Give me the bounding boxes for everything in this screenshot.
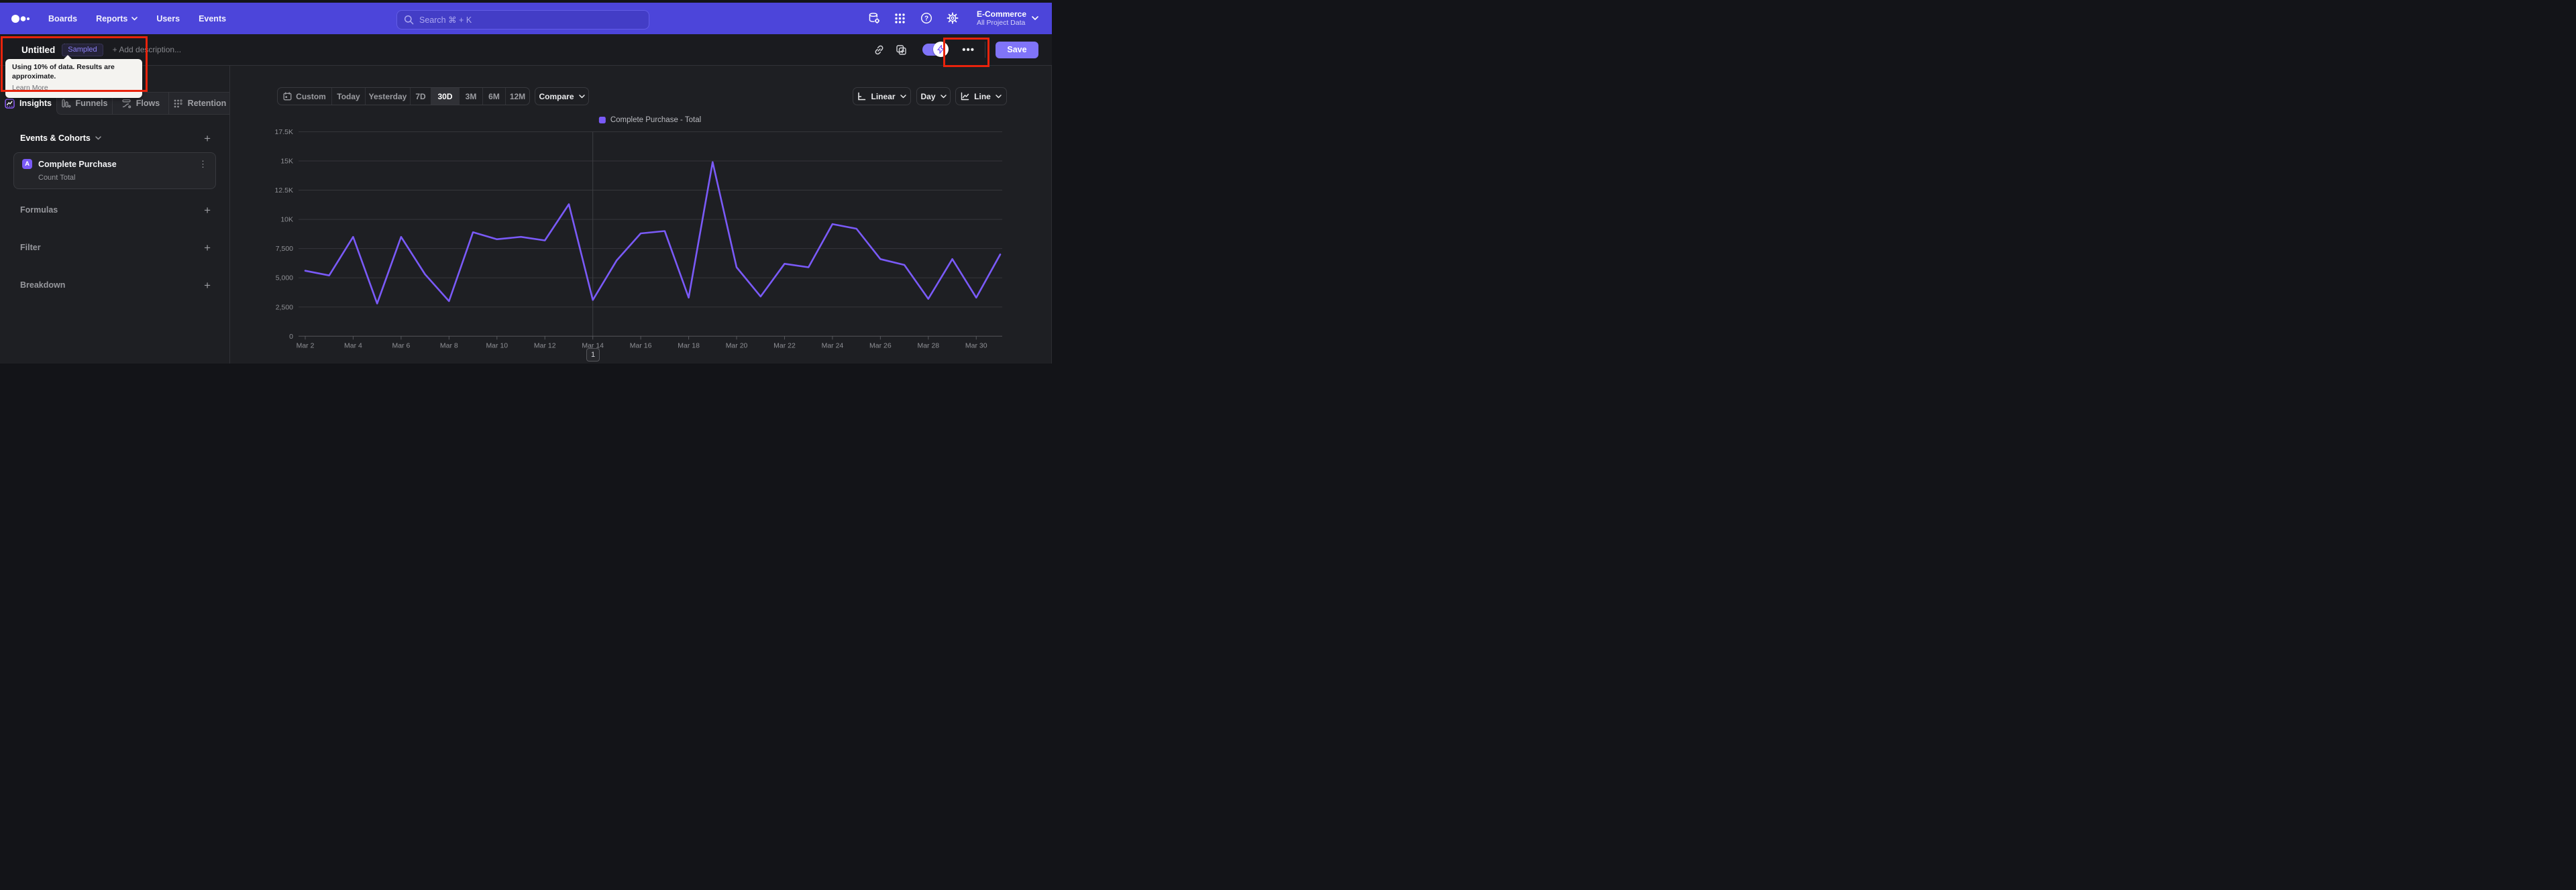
chevron-down-icon: [95, 136, 101, 140]
add-description-field[interactable]: + Add description...: [113, 45, 181, 54]
sampled-badge[interactable]: Sampled: [62, 43, 103, 56]
event-name[interactable]: Complete Purchase: [38, 160, 117, 169]
svg-text:Mar 4: Mar 4: [344, 341, 362, 349]
svg-text:12.5K: 12.5K: [275, 186, 293, 194]
nav-item-label: Reports: [96, 13, 128, 23]
mixpanel-logo-icon[interactable]: [11, 13, 31, 24]
svg-text:2,500: 2,500: [276, 303, 293, 311]
event-menu-icon[interactable]: ⋮: [199, 160, 207, 168]
nav-item-reports[interactable]: Reports: [96, 14, 138, 23]
event-card[interactable]: A Complete Purchase ⋮ Count Total: [13, 152, 216, 189]
search-icon: [404, 15, 414, 25]
svg-text:5,000: 5,000: [276, 274, 293, 282]
svg-text:Mar 30: Mar 30: [965, 341, 987, 349]
nav-item-users[interactable]: Users: [156, 14, 180, 23]
retention-icon: [174, 99, 182, 107]
event-row: A Complete Purchase ⋮: [14, 153, 215, 169]
tab-label: Funnels: [75, 99, 108, 108]
report-header-bar: Untitled Sampled + Add description... ••…: [0, 34, 1052, 66]
top-nav: Boards Reports Users Events Search ⌘ + K…: [0, 3, 1052, 34]
svg-text:Mar 28: Mar 28: [917, 341, 939, 349]
nav-item-boards[interactable]: Boards: [48, 14, 77, 23]
svg-text:Mar 16: Mar 16: [630, 341, 652, 349]
funnels-icon: [61, 99, 71, 107]
data-management-icon[interactable]: [868, 12, 880, 24]
svg-text:15K: 15K: [280, 158, 293, 166]
svg-text:Mar 2: Mar 2: [297, 341, 315, 349]
lightning-icon: [937, 45, 945, 54]
sampling-tooltip: Using 10% of data. Results are approxima…: [5, 55, 142, 99]
sampling-toggle[interactable]: [922, 42, 949, 57]
chart-panel: Custom Today Yesterday 7D 30D 3M 6M 12M Compare…: [230, 66, 1052, 364]
line-chart[interactable]: Mar 2 Mar 4 Mar 6 Mar 8 Mar 10 Mar 12 Mar 14 Ma…: [230, 66, 1052, 364]
share-link-icon[interactable]: [873, 44, 885, 56]
project-switcher[interactable]: E-Commerce All Project Data: [976, 9, 1038, 27]
event-metric[interactable]: Count Total: [14, 169, 215, 182]
query-builder-sidebar: Insights Funnels Flows Retention Events …: [0, 66, 230, 364]
tooltip-message: Using 10% of data. Results are approxima…: [12, 63, 115, 80]
window-top-edge: [0, 0, 1052, 3]
svg-text:Mar 20: Mar 20: [726, 341, 748, 349]
project-scope: All Project Data: [976, 19, 1026, 27]
chevron-down-icon: [1032, 16, 1038, 20]
settings-gear-icon[interactable]: [947, 12, 959, 24]
tab-label: Flows: [136, 99, 160, 108]
svg-text:10K: 10K: [280, 216, 293, 224]
svg-text:Mar 24: Mar 24: [822, 341, 844, 349]
apps-grid-icon[interactable]: [894, 12, 906, 24]
header-actions: ••• Save: [873, 41, 1038, 58]
help-icon[interactable]: ?: [920, 12, 932, 24]
project-name: E-Commerce: [976, 9, 1026, 19]
svg-text:Mar 6: Mar 6: [392, 341, 410, 349]
svg-text:0: 0: [289, 333, 293, 341]
insights-icon: [5, 98, 15, 109]
add-event-button[interactable]: +: [204, 133, 211, 144]
section-label: Breakdown: [20, 280, 66, 290]
section-formulas: Formulas +: [20, 203, 211, 217]
tooltip-caret: [63, 55, 72, 60]
nav-item-label: Boards: [48, 13, 78, 23]
svg-text:7,500: 7,500: [276, 245, 293, 253]
save-button[interactable]: Save: [996, 41, 1038, 58]
svg-text:Mar 22: Mar 22: [773, 341, 796, 349]
report-title[interactable]: Untitled: [21, 45, 55, 55]
event-letter-badge: A: [22, 159, 32, 169]
section-label: Formulas: [20, 205, 58, 215]
tab-label: Retention: [187, 99, 227, 108]
flows-icon: [122, 99, 131, 108]
learn-more-link[interactable]: Learn More: [12, 84, 48, 92]
svg-text:?: ?: [924, 15, 928, 23]
nav-item-label: Users: [156, 13, 180, 23]
search-input[interactable]: Search ⌘ + K: [396, 10, 649, 30]
events-cohorts-header: Events & Cohorts +: [20, 131, 211, 145]
add-filter-button[interactable]: +: [204, 242, 211, 254]
section-breakdown: Breakdown +: [20, 278, 211, 292]
add-formula-button[interactable]: +: [204, 205, 211, 216]
search-placeholder: Search ⌘ + K: [419, 15, 472, 25]
mixpanel-app: Boards Reports Users Events Search ⌘ + K…: [0, 0, 1052, 364]
section-label: Filter: [20, 243, 41, 252]
toggle-knob: [933, 42, 949, 57]
svg-text:Mar 10: Mar 10: [486, 341, 508, 349]
svg-text:Mar 8: Mar 8: [440, 341, 458, 349]
more-options-icon[interactable]: •••: [962, 44, 975, 56]
svg-text:Mar 26: Mar 26: [869, 341, 892, 349]
section-filter: Filter +: [20, 241, 211, 254]
nav-item-label: Events: [199, 13, 227, 23]
chart-annotation-marker[interactable]: 1: [586, 348, 600, 361]
section-label: Events & Cohorts: [20, 133, 91, 143]
events-cohorts-toggle[interactable]: Events & Cohorts: [20, 133, 101, 143]
tab-retention[interactable]: Retention: [168, 92, 230, 115]
duplicate-icon[interactable]: [895, 44, 907, 56]
add-breakdown-button[interactable]: +: [204, 280, 211, 291]
svg-text:17.5K: 17.5K: [275, 128, 293, 136]
tab-label: Insights: [19, 99, 52, 108]
svg-text:Mar 12: Mar 12: [534, 341, 556, 349]
svg-text:Mar 18: Mar 18: [678, 341, 700, 349]
nav-item-events[interactable]: Events: [199, 14, 226, 23]
nav-right-group: ? E-Commerce All Project Data: [868, 9, 1038, 27]
chevron-down-icon: [131, 16, 138, 20]
